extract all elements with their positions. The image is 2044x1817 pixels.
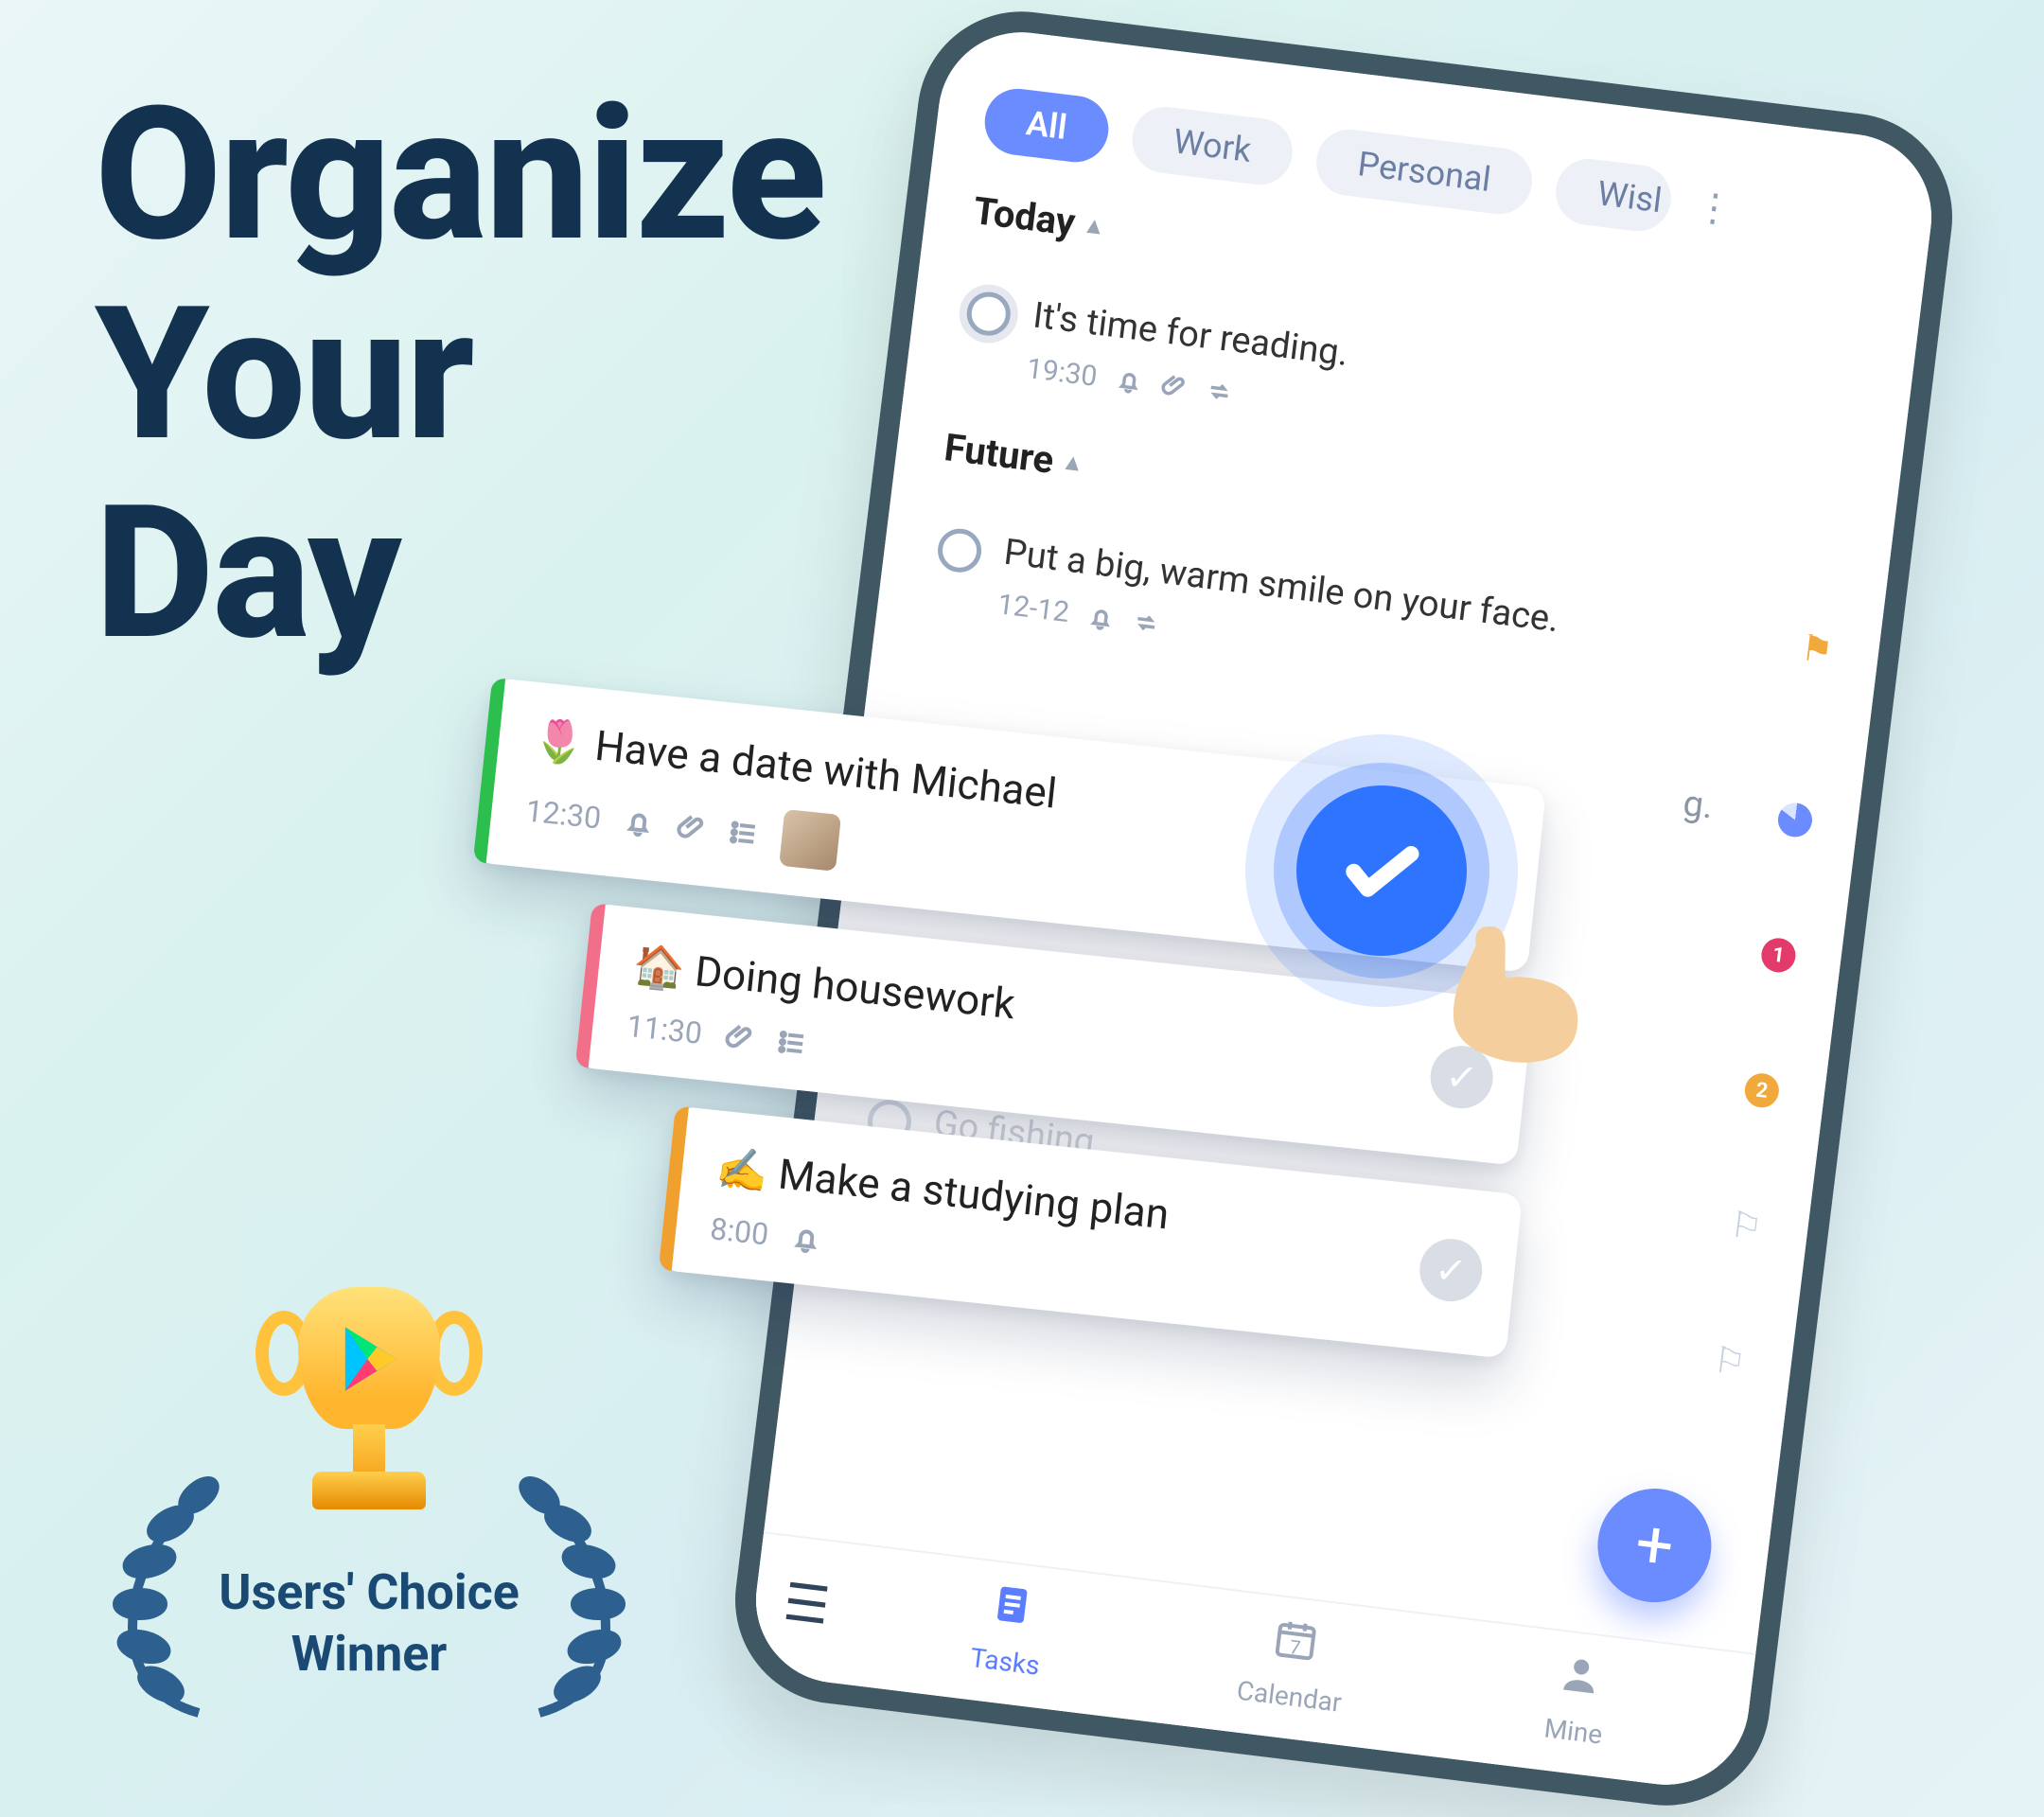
flag-outline-icon[interactable]: ⚐	[1711, 1338, 1748, 1385]
bell-icon	[789, 1222, 822, 1255]
chevron-up-icon: ▴	[1065, 448, 1081, 477]
award-caption-line-1: Users' Choice	[95, 1561, 643, 1623]
plus-icon: +	[1631, 1505, 1678, 1586]
bell-icon	[1114, 366, 1143, 396]
task-card-time: 8:00	[709, 1210, 770, 1252]
filter-chip-all[interactable]: All	[981, 85, 1112, 166]
award-badge: Users' Choice Winner	[95, 1287, 643, 1685]
attachment-icon	[723, 1021, 756, 1054]
more-icon[interactable]: ⋮	[1693, 183, 1739, 232]
tasks-icon	[985, 1579, 1037, 1641]
list-icon	[776, 1026, 809, 1059]
flag-icon[interactable]: ⚑	[1798, 626, 1835, 672]
headline: Organize Your Day	[95, 76, 825, 674]
attachment-icon	[675, 811, 708, 844]
menu-icon[interactable]: ☰	[780, 1572, 833, 1637]
task-emoji: 🏠	[631, 940, 688, 994]
task-time: 19:30	[1025, 352, 1099, 394]
attachment-icon	[1159, 371, 1189, 400]
photo-thumbnail	[779, 809, 841, 872]
chevron-up-icon: ▴	[1086, 210, 1102, 239]
filter-chip-wish[interactable]: Wisl	[1552, 155, 1675, 235]
task-emoji: ✍️	[714, 1143, 771, 1197]
list-icon	[728, 817, 761, 850]
headline-line-2: Your	[95, 275, 825, 475]
bell-icon	[622, 805, 655, 838]
check-icon	[1330, 819, 1434, 923]
priority-badge: 2	[1743, 1071, 1781, 1109]
award-caption-line-2: Winner	[95, 1623, 643, 1685]
nav-calendar[interactable]: 7 Calendar	[1145, 1599, 1441, 1729]
pointing-hand-icon	[1413, 919, 1597, 1078]
task-date: 12-12	[996, 588, 1070, 629]
flag-outline-icon[interactable]: ⚐	[1728, 1203, 1765, 1249]
task-card-time: 12:30	[524, 792, 603, 836]
nav-calendar-label: Calendar	[1235, 1674, 1343, 1718]
person-icon	[1554, 1649, 1606, 1710]
task-card-title: Doing housework	[693, 946, 1017, 1029]
section-today-label: Today	[971, 188, 1078, 245]
nav-tasks[interactable]: Tasks	[861, 1564, 1157, 1694]
nav-mine[interactable]: Mine	[1429, 1634, 1725, 1764]
task-card-time: 11:30	[626, 1008, 704, 1051]
headline-line-3: Day	[95, 474, 825, 674]
priority-badge: 1	[1759, 936, 1797, 974]
nav-tasks-label: Tasks	[969, 1641, 1042, 1681]
headline-line-1: Organize	[95, 76, 825, 275]
bell-icon	[1086, 602, 1116, 631]
filter-chip-work[interactable]: Work	[1128, 103, 1296, 188]
play-store-icon	[329, 1319, 409, 1399]
repeat-icon	[1205, 377, 1234, 406]
task-emoji: 🌷	[531, 714, 588, 768]
task-checkbox[interactable]	[964, 290, 1013, 338]
trophy-icon	[265, 1287, 473, 1533]
calendar-icon: 7	[1270, 1614, 1322, 1675]
section-future-label: Future	[942, 425, 1056, 483]
repeat-icon	[1131, 608, 1160, 637]
filter-chip-personal[interactable]: Personal	[1313, 126, 1536, 218]
task-checkbox[interactable]	[936, 526, 984, 574]
nav-mine-label: Mine	[1542, 1712, 1604, 1750]
